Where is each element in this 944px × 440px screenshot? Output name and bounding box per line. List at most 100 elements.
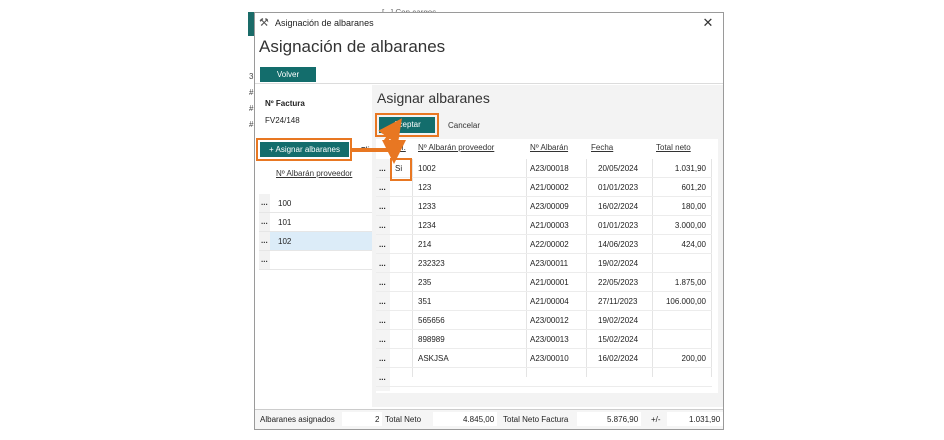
albaran-value: 101 <box>278 217 292 227</box>
ellipsis-icon[interactable]: ... <box>259 194 270 212</box>
cell-prov: 351 <box>418 297 432 306</box>
cell-alb: A23/00012 <box>530 316 569 325</box>
table-row[interactable]: ... 214 A22/00002 14/06/2023 424,00 <box>376 235 712 254</box>
volver-button[interactable]: Volver <box>260 67 316 82</box>
col-header-fecha[interactable]: Fecha <box>591 143 613 152</box>
albaran-value: 100 <box>278 198 292 208</box>
diff-value: 1.031,90 <box>689 415 721 424</box>
asignar-highlight <box>256 138 352 161</box>
background-digit: # <box>249 120 254 129</box>
cell-total: 601,20 <box>681 183 706 192</box>
cell-prov: 898989 <box>418 335 445 344</box>
cell-fecha: 01/01/2023 <box>598 183 639 192</box>
ellipsis-icon[interactable]: ... <box>379 221 386 230</box>
table-row[interactable]: ... ASKJSA A23/00010 16/02/2024 200,00 <box>376 349 712 368</box>
window-title: Asignación de albaranes <box>275 18 374 28</box>
ellipsis-icon[interactable]: ... <box>379 373 386 382</box>
list-item[interactable]: ... 100 <box>259 194 372 213</box>
cell-prov: 123 <box>418 183 432 192</box>
cell-prov: 1002 <box>418 164 436 173</box>
ellipsis-icon[interactable]: ... <box>259 213 270 231</box>
cell-fecha: 19/02/2024 <box>598 259 639 268</box>
albaranes-table: Sel. Nº Albarán proveedor Nº Albarán Fec… <box>376 139 718 393</box>
cell-prov: 1234 <box>418 221 436 230</box>
ellipsis-icon[interactable]: ... <box>379 278 386 287</box>
ellipsis-icon[interactable]: ... <box>379 202 386 211</box>
cell-total: 1.031,90 <box>674 164 706 173</box>
cell-fecha: 14/06/2023 <box>598 240 639 249</box>
cell-prov: 214 <box>418 240 432 249</box>
factura-value: FV24/148 <box>265 116 300 125</box>
cell-prov: 232323 <box>418 259 445 268</box>
table-row[interactable]: ... 565656 A23/00012 19/02/2024 <box>376 311 712 330</box>
cell-prov: ASKJSA <box>418 354 449 363</box>
cell-fecha: 16/02/2024 <box>598 354 639 363</box>
table-row[interactable]: ... 351 A21/00004 27/11/2023 106.000,00 <box>376 292 712 311</box>
table-row[interactable]: ... Si 1002 A23/00018 20/05/2024 1.031,90 <box>376 159 712 178</box>
total-neto-label: Total Neto <box>385 415 422 424</box>
sel-highlight <box>390 158 412 181</box>
cancelar-button[interactable]: Cancelar <box>448 121 480 130</box>
ellipsis-icon[interactable]: ... <box>379 240 386 249</box>
ellipsis-icon[interactable]: ... <box>379 183 386 192</box>
cell-total: 424,00 <box>681 240 706 249</box>
cell-alb: A23/00013 <box>530 335 569 344</box>
list-item-selected[interactable]: ... 102 <box>259 232 372 251</box>
ellipsis-icon[interactable]: ... <box>379 164 386 173</box>
cell-fecha: 22/05/2023 <box>598 278 639 287</box>
diff-label: +/- <box>651 415 661 424</box>
cell-total: 106.000,00 <box>665 297 706 306</box>
aceptar-highlight <box>375 113 439 137</box>
cell-alb: A21/00003 <box>530 221 569 230</box>
table-row[interactable]: ... 232323 A23/00011 19/02/2024 <box>376 254 712 273</box>
table-row[interactable]: ... 1233 A23/00009 16/02/2024 180,00 <box>376 197 712 216</box>
table-row[interactable]: ... 1234 A21/00003 01/01/2023 3.000,00 <box>376 216 712 235</box>
close-button[interactable]: ✕ <box>693 15 723 31</box>
col-header-albaran[interactable]: Nº Albarán <box>530 143 568 152</box>
cell-fecha: 01/01/2023 <box>598 221 639 230</box>
background-digit: 3 <box>249 72 254 81</box>
title-bar[interactable]: ⚒ Asignación de albaranes ✕ <box>255 13 723 33</box>
cell-alb: A21/00001 <box>530 278 569 287</box>
col-header-prov[interactable]: Nº Albarán proveedor <box>418 143 494 152</box>
ellipsis-icon[interactable]: ... <box>379 259 386 268</box>
col-header-sel[interactable]: Sel. <box>392 143 406 152</box>
cell-alb: A21/00002 <box>530 183 569 192</box>
ellipsis-icon[interactable]: ... <box>379 335 386 344</box>
cell-total: 3.000,00 <box>674 221 706 230</box>
cell-prov: 235 <box>418 278 432 287</box>
ellipsis-icon[interactable]: ... <box>379 354 386 363</box>
col-header-total[interactable]: Total neto <box>656 143 691 152</box>
total-neto-value: 4.845,00 <box>463 415 495 424</box>
table-row[interactable]: ... <box>376 368 712 387</box>
asignar-panel: Asignar albaranes Aceptar Cancelar Sel. … <box>372 85 723 407</box>
table-row[interactable]: ... 235 A21/00001 22/05/2023 1.875,00 <box>376 273 712 292</box>
cell-prov: 1233 <box>418 202 436 211</box>
totals-bar: Albaranes asignados 2 Total Neto 4.845,0… <box>255 409 723 429</box>
cell-alb: A23/00010 <box>530 354 569 363</box>
factura-label: Nº Factura <box>265 99 305 108</box>
list-item-new[interactable]: ... <box>259 251 372 270</box>
cell-prov: 565656 <box>418 316 445 325</box>
cell-alb: A23/00009 <box>530 202 569 211</box>
ellipsis-icon[interactable]: ... <box>379 297 386 306</box>
list-item[interactable]: ... 101 <box>259 213 372 232</box>
table-row[interactable]: ... 123 A21/00002 01/01/2023 601,20 <box>376 178 712 197</box>
page-title: Asignación de albaranes <box>259 37 446 56</box>
asignados-value: 2 <box>375 415 380 424</box>
cell-fecha: 19/02/2024 <box>598 316 639 325</box>
cell-alb: A23/00018 <box>530 164 569 173</box>
ellipsis-icon[interactable]: ... <box>259 232 270 250</box>
ellipsis-icon[interactable]: ... <box>259 251 270 269</box>
albaran-proveedor-header: Nº Albarán proveedor <box>276 169 353 178</box>
cell-alb: A21/00004 <box>530 297 569 306</box>
asignados-label: Albaranes asignados <box>260 415 335 424</box>
background-digit: # <box>249 104 254 113</box>
table-row[interactable]: ... 898989 A23/00013 15/02/2024 <box>376 330 712 349</box>
toolbar-divider <box>255 83 723 84</box>
albaran-value: 102 <box>278 236 292 246</box>
asignar-title: Asignar albaranes <box>377 90 490 106</box>
asignacion-dialog: ⚒ Asignación de albaranes ✕ Asignación d… <box>254 12 724 430</box>
tools-icon: ⚒ <box>259 17 269 29</box>
ellipsis-icon[interactable]: ... <box>379 316 386 325</box>
